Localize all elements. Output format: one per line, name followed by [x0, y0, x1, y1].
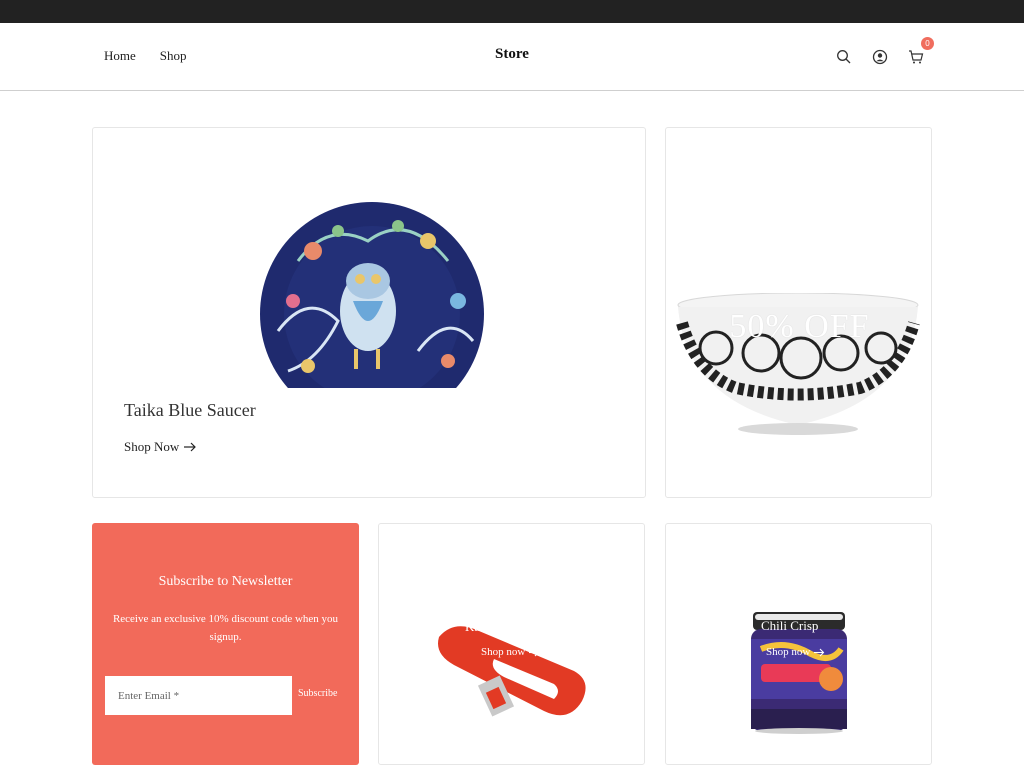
product-chili-crisp-title: Chili Crisp	[761, 618, 819, 633]
hero-product-card[interactable]: Taika Blue Saucer Shop Now	[92, 127, 646, 498]
cart-icon[interactable]: 0	[906, 37, 934, 67]
newsletter-description: Receive an exclusive 10% discount code w…	[112, 613, 339, 643]
header-icons: 0	[834, 37, 934, 67]
hero-shop-now-link[interactable]: Shop Now	[124, 439, 197, 455]
newsletter-title: Subscribe to Newsletter	[158, 574, 293, 589]
announcement-bar	[0, 0, 1024, 23]
product-kaikai-title: Kaikai	[465, 619, 500, 634]
product-kaikai-shop-now-label: Shop now	[481, 646, 526, 658]
cart-count-badge: 0	[921, 37, 934, 50]
nav-home-link[interactable]: Home	[104, 48, 136, 64]
product-chili-crisp-shop-now-link[interactable]: Shop now	[766, 646, 825, 658]
brand-logo-text[interactable]: Store	[495, 46, 529, 62]
site-header: Home Shop Store 0	[0, 23, 1024, 91]
user-icon[interactable]	[870, 47, 890, 67]
arrow-right-icon	[184, 442, 197, 452]
product-card-kaikai[interactable]: Kaikai Shop now	[378, 523, 645, 765]
hero-shop-now-label: Shop Now	[124, 439, 180, 454]
main-nav: Home Shop	[104, 48, 187, 64]
product-card-chili-crisp[interactable]: Chili Crisp Shop now	[665, 523, 932, 765]
product-chili-crisp-shop-now-label: Shop now	[766, 646, 811, 658]
newsletter-email-input[interactable]	[105, 676, 292, 715]
search-icon[interactable]	[834, 47, 854, 67]
promo-card[interactable]: 50% OFF	[665, 127, 932, 498]
hero-product-title: Taika Blue Saucer	[124, 400, 256, 420]
saucer-image	[258, 201, 488, 394]
arrow-right-icon	[814, 648, 825, 656]
product-kaikai-shop-now-link[interactable]: Shop now	[481, 646, 540, 658]
newsletter-card: Subscribe to Newsletter Receive an exclu…	[92, 523, 359, 765]
newsletter-subscribe-button[interactable]: Subscribe	[298, 688, 337, 699]
nav-shop-link[interactable]: Shop	[160, 48, 187, 64]
promo-discount-text: 50% OFF	[729, 308, 870, 345]
arrow-right-icon	[529, 648, 540, 656]
can-opener-image	[434, 619, 589, 734]
